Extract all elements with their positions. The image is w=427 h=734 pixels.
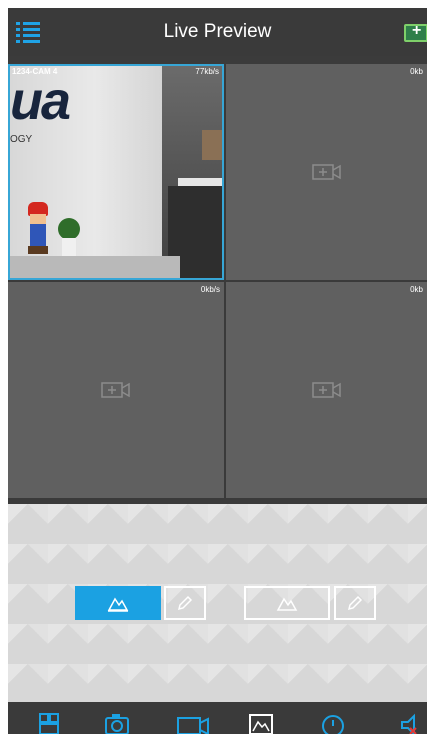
camera-name: 1234-CAM 4 (12, 67, 58, 76)
ptz-clock-icon[interactable] (320, 712, 346, 734)
add-device-icon[interactable] (404, 22, 427, 42)
bitrate-label: 77kb/s (195, 67, 219, 76)
page-title: Live Preview (163, 21, 272, 42)
mute-speaker-icon[interactable] (398, 712, 424, 734)
video-grid: ua OGY 1234-CAM 4 77kb/s 0kb 0kb/s 0kb (8, 64, 427, 504)
image-adjust-button[interactable] (75, 586, 161, 620)
control-panel (8, 504, 427, 702)
record-video-icon[interactable] (176, 712, 210, 734)
edit-button-2[interactable] (334, 586, 376, 620)
feed-logo-text: ua (10, 71, 71, 131)
grid-layout-icon[interactable] (36, 712, 62, 734)
bitrate-label: 0kb/s (200, 285, 220, 294)
pencil-icon (177, 595, 193, 611)
add-camera-icon[interactable] (311, 163, 342, 181)
camera-feed: ua OGY (10, 66, 222, 278)
live-preview-screen: Live Preview ua OGY 1234-CAM 4 (8, 8, 427, 734)
list-menu-icon[interactable] (16, 22, 40, 43)
video-cell-2[interactable]: 0kb (226, 64, 427, 280)
header-bar: Live Preview (8, 8, 427, 56)
image-toggle-button[interactable] (244, 586, 330, 620)
snapshot-camera-icon[interactable] (104, 712, 130, 734)
video-cell-4[interactable]: 0kb (226, 282, 427, 498)
add-camera-icon[interactable] (311, 381, 342, 399)
video-cell-3[interactable]: 0kb/s (8, 282, 224, 498)
add-camera-icon[interactable] (101, 381, 131, 399)
bottom-toolbar (8, 702, 427, 734)
bitrate-label: 0kb (410, 285, 423, 294)
image-gallery-icon[interactable] (248, 712, 274, 734)
image-icon (107, 597, 129, 612)
mountain-icon (276, 597, 298, 611)
bitrate-label: 0kb (410, 67, 423, 76)
feed-logo-subtext: OGY (10, 134, 33, 145)
video-cell-1[interactable]: ua OGY 1234-CAM 4 77kb/s (8, 64, 224, 280)
pencil-icon (347, 595, 363, 611)
edit-button-1[interactable] (164, 586, 206, 620)
